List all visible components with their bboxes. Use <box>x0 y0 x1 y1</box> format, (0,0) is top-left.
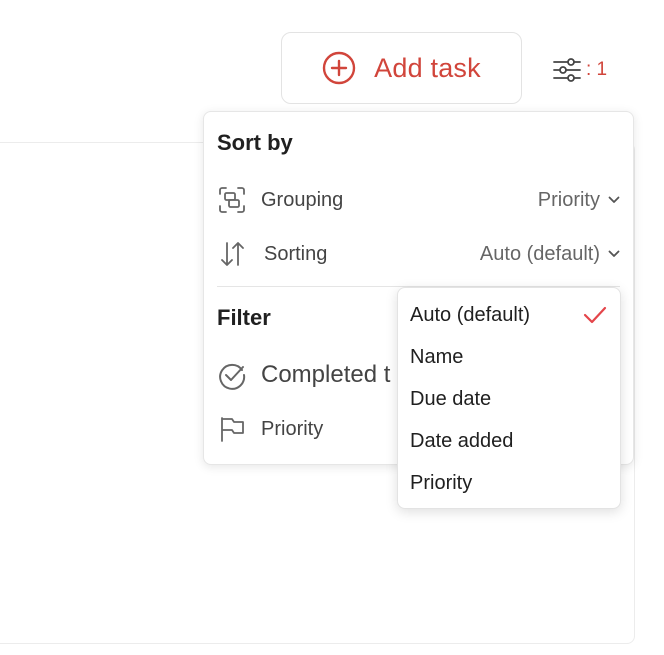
sorting-row: Sorting Auto (default) <box>217 237 620 271</box>
sorting-label: Sorting <box>264 242 328 265</box>
page: Add task : 1 Sort by Grouping Priority S… <box>0 0 664 655</box>
sorting-dropdown-menu: Auto (default) Name Due date Date added … <box>397 287 621 509</box>
option-label: Date added <box>410 429 514 452</box>
priority-filter-label: Priority <box>261 417 324 440</box>
grouping-row: Grouping Priority <box>217 183 620 217</box>
sorting-value: Auto (default) <box>479 242 600 265</box>
checkmark-icon <box>583 306 607 324</box>
sorting-option-name[interactable]: Name <box>398 336 620 378</box>
sorting-option-auto[interactable]: Auto (default) <box>398 294 620 336</box>
sorting-select[interactable]: Auto (default) <box>480 243 620 266</box>
sort-section-title: Sort by <box>217 130 293 155</box>
grouping-label: Grouping <box>261 188 344 211</box>
sliders-icon <box>553 58 581 82</box>
sorting-option-priority[interactable]: Priority <box>398 462 620 504</box>
completed-tasks-label: Completed t <box>261 361 391 388</box>
chevron-down-icon <box>608 196 620 203</box>
sort-arrows-icon <box>221 242 244 266</box>
view-options-button[interactable]: : 1 <box>552 55 607 85</box>
grouping-select[interactable]: Priority <box>538 189 620 212</box>
check-circle-icon <box>219 363 246 390</box>
option-label: Name <box>410 345 464 368</box>
flag-icon <box>221 417 244 442</box>
add-circle-icon <box>322 51 356 85</box>
sorting-option-due-date[interactable]: Due date <box>398 378 620 420</box>
filter-section-title: Filter <box>217 305 271 330</box>
option-label: Priority <box>410 471 473 494</box>
option-label: Auto (default) <box>410 303 531 326</box>
add-task-button[interactable]: Add task <box>281 32 522 104</box>
sorting-option-date-added[interactable]: Date added <box>398 420 620 462</box>
option-label: Due date <box>410 387 492 410</box>
grouping-icon <box>219 187 245 213</box>
chevron-down-icon <box>608 250 620 257</box>
add-task-label: Add task <box>374 52 481 83</box>
active-filter-count: : 1 <box>586 59 608 80</box>
grouping-value: Priority <box>537 188 600 211</box>
